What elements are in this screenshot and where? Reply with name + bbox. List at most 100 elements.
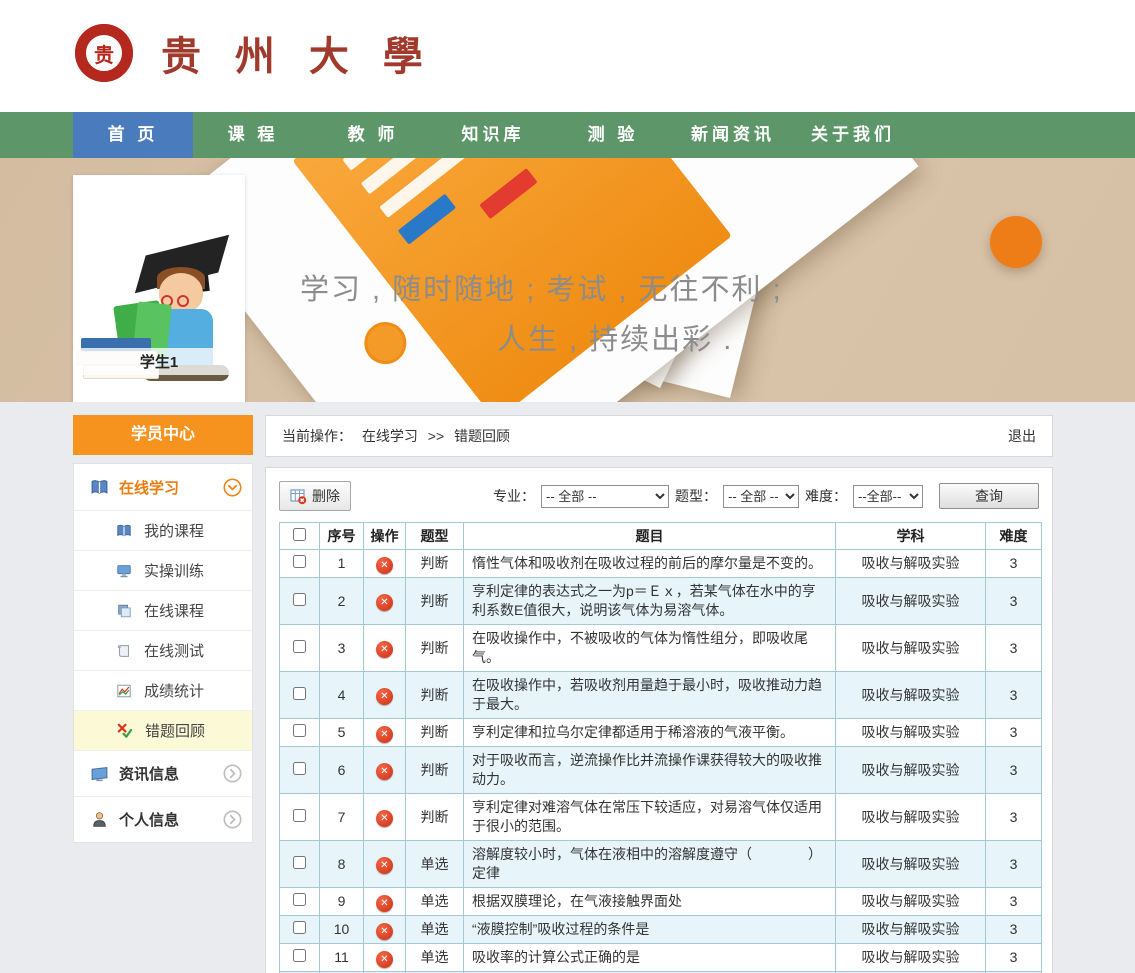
person-icon (90, 810, 109, 829)
nav-item[interactable]: 首 页 (73, 112, 193, 158)
row-checkbox[interactable] (293, 893, 306, 906)
main-nav: 首 页 课 程 教 师 知识库 测 验 新闻资讯 关于我们 (0, 112, 1135, 158)
question-difficulty: 3 (986, 550, 1042, 578)
sidebar-item-online-learning[interactable]: 在线学习 (74, 464, 252, 510)
col-header-subject: 学科 (836, 523, 986, 550)
breadcrumb-section[interactable]: 在线学习 (362, 428, 418, 444)
row-number: 2 (320, 578, 364, 625)
major-select[interactable]: -- 全部 -- (541, 485, 669, 508)
table-row: 7 判断 亨利定律对难溶气体在常压下较适应，对易溶气体仅适用于很小的范围。 吸收… (280, 794, 1042, 841)
delete-row-icon[interactable] (376, 594, 393, 611)
sidebar-item-personal-info[interactable]: 个人信息 (74, 796, 252, 842)
question-subject: 吸收与解吸实验 (836, 841, 986, 888)
wrong-review-icon (116, 722, 133, 739)
student-name-label: 学生1 (73, 348, 245, 375)
delete-row-icon[interactable] (376, 923, 393, 940)
breadcrumb: 当前操作： 在线学习 >> 错题回顾 退出 (265, 415, 1053, 457)
sidebar-item-label: 在线课程 (144, 600, 204, 621)
question-difficulty: 3 (986, 944, 1042, 972)
breadcrumb-current: 错题回顾 (454, 428, 510, 444)
delete-button-label: 删除 (312, 486, 340, 506)
sidebar-item-wrong-question-review[interactable]: 错题回顾 (74, 710, 252, 750)
delete-row-icon[interactable] (376, 857, 393, 874)
table-row: 11 单选 吸收率的计算公式正确的是 吸收与解吸实验 3 (280, 944, 1042, 972)
row-number: 10 (320, 916, 364, 944)
question-text: 惰性气体和吸收剂在吸收过程的前后的摩尔量是不变的。 (464, 550, 836, 578)
question-text: “液膜控制”吸收过程的条件是 (464, 916, 836, 944)
question-subject: 吸收与解吸实验 (836, 916, 986, 944)
row-checkbox[interactable] (293, 555, 306, 568)
pages-icon (116, 603, 132, 619)
sidebar-item-label: 实操训练 (144, 560, 204, 581)
question-difficulty: 3 (986, 888, 1042, 916)
delete-button[interactable]: 删除 (279, 481, 351, 511)
row-checkbox[interactable] (293, 921, 306, 934)
delete-row-icon[interactable] (376, 951, 393, 968)
difficulty-select[interactable]: --全部-- (853, 485, 923, 508)
question-type: 判断 (406, 672, 464, 719)
delete-row-icon[interactable] (376, 726, 393, 743)
book-icon (90, 478, 109, 497)
row-checkbox[interactable] (293, 687, 306, 700)
sidebar-item-online-test[interactable]: 在线测试 (74, 630, 252, 670)
delete-row-icon[interactable] (376, 688, 393, 705)
sidebar-item-score-statistics[interactable]: 成绩统计 (74, 670, 252, 710)
chevron-right-circle-icon[interactable] (223, 810, 242, 829)
chevron-right-circle-icon[interactable] (223, 764, 242, 783)
question-subject: 吸收与解吸实验 (836, 719, 986, 747)
search-button[interactable]: 查询 (939, 483, 1039, 509)
logout-link[interactable]: 退出 (1008, 426, 1036, 446)
delete-row-icon[interactable] (376, 641, 393, 658)
delete-row-icon[interactable] (376, 810, 393, 827)
row-number: 7 (320, 794, 364, 841)
sidebar-item-online-course[interactable]: 在线课程 (74, 590, 252, 630)
row-checkbox[interactable] (293, 762, 306, 775)
question-subject: 吸收与解吸实验 (836, 625, 986, 672)
sidebar-item-label: 在线学习 (119, 477, 223, 498)
chevron-down-circle-icon[interactable] (223, 478, 242, 497)
question-text: 亨利定律和拉乌尔定律都适用于稀溶液的气液平衡。 (464, 719, 836, 747)
nav-item[interactable]: 教 师 (313, 112, 433, 158)
filter-type-label: 题型： (675, 486, 717, 506)
student-card: 学生1 (73, 175, 245, 402)
select-all-checkbox[interactable] (293, 528, 306, 541)
tv-icon (90, 764, 109, 783)
university-name: 贵 州 大 學 (161, 24, 433, 82)
nav-item[interactable]: 测 验 (553, 112, 673, 158)
breadcrumb-prefix: 当前操作： (282, 428, 352, 444)
sidebar-item-practice-training[interactable]: 实操训练 (74, 550, 252, 590)
question-type: 单选 (406, 888, 464, 916)
sidebar-item-my-courses[interactable]: 我的课程 (74, 510, 252, 550)
book-icon (116, 523, 132, 539)
delete-row-icon[interactable] (376, 763, 393, 780)
delete-row-icon[interactable] (376, 557, 393, 574)
question-difficulty: 3 (986, 747, 1042, 794)
col-header-difficulty: 难度 (986, 523, 1042, 550)
university-logo[interactable]: 贵 贵 州 大 學 (75, 24, 433, 82)
row-checkbox[interactable] (293, 640, 306, 653)
row-number: 3 (320, 625, 364, 672)
question-type-select[interactable]: -- 全部 -- (723, 485, 799, 508)
delete-row-icon[interactable] (376, 895, 393, 912)
row-checkbox[interactable] (293, 856, 306, 869)
chart-icon (116, 683, 132, 699)
row-checkbox[interactable] (293, 949, 306, 962)
row-checkbox[interactable] (293, 809, 306, 822)
table-row: 3 判断 在吸收操作中，不被吸收的气体为惰性组分，即吸收尾气。 吸收与解吸实验 … (280, 625, 1042, 672)
nav-item[interactable]: 关于我们 (793, 112, 913, 158)
sidebar-menu: 在线学习 我的课程 实操训练 在线课程 在线测试 (73, 463, 253, 843)
question-difficulty: 3 (986, 719, 1042, 747)
nav-item[interactable]: 课 程 (193, 112, 313, 158)
breadcrumb-trail: 当前操作： 在线学习 >> 错题回顾 (282, 426, 516, 446)
sidebar-item-news-info[interactable]: 资讯信息 (74, 750, 252, 796)
nav-item[interactable]: 新闻资讯 (673, 112, 793, 158)
sidebar-item-label: 错题回顾 (145, 720, 205, 741)
nav-item[interactable]: 知识库 (433, 112, 553, 158)
row-checkbox[interactable] (293, 724, 306, 737)
row-checkbox[interactable] (293, 593, 306, 606)
col-header-type: 题型 (406, 523, 464, 550)
question-difficulty: 3 (986, 794, 1042, 841)
table-row: 10 单选 “液膜控制”吸收过程的条件是 吸收与解吸实验 3 (280, 916, 1042, 944)
sidebar-item-label: 个人信息 (119, 809, 223, 830)
question-subject: 吸收与解吸实验 (836, 794, 986, 841)
